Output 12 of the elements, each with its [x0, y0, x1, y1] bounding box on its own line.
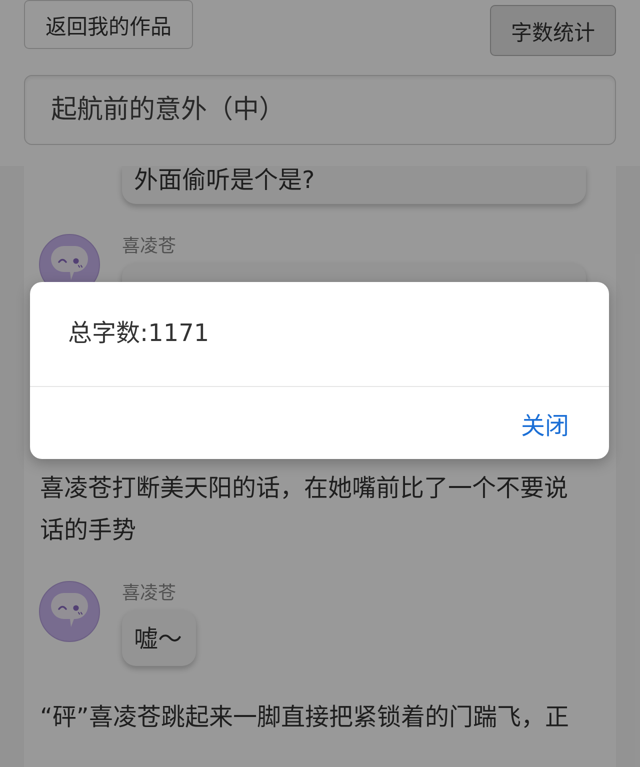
- dialog-message: 总字数:1171: [68, 319, 210, 347]
- sender-name: 喜凌苍: [122, 582, 176, 606]
- chat-bubble: 外面偷听是个是?: [122, 166, 586, 204]
- chat-bubble: 嘘～: [122, 610, 196, 666]
- back-button[interactable]: 返回我的作品: [24, 0, 193, 49]
- word-count-button[interactable]: 字数统计: [490, 5, 616, 56]
- narration-text: “砰”喜凌苍跳起来一脚直接把紧锁着的门踹飞，正: [40, 702, 570, 733]
- avatar-icon: [39, 581, 100, 642]
- sender-name: 喜凌苍: [122, 235, 176, 259]
- title-field[interactable]: 起航前的意外（中）: [24, 75, 616, 145]
- narration-text: 喜凌苍打断美天阳的话，在她嘴前比了一个不要说话的手势: [40, 473, 569, 546]
- close-button[interactable]: 关闭: [519, 403, 571, 443]
